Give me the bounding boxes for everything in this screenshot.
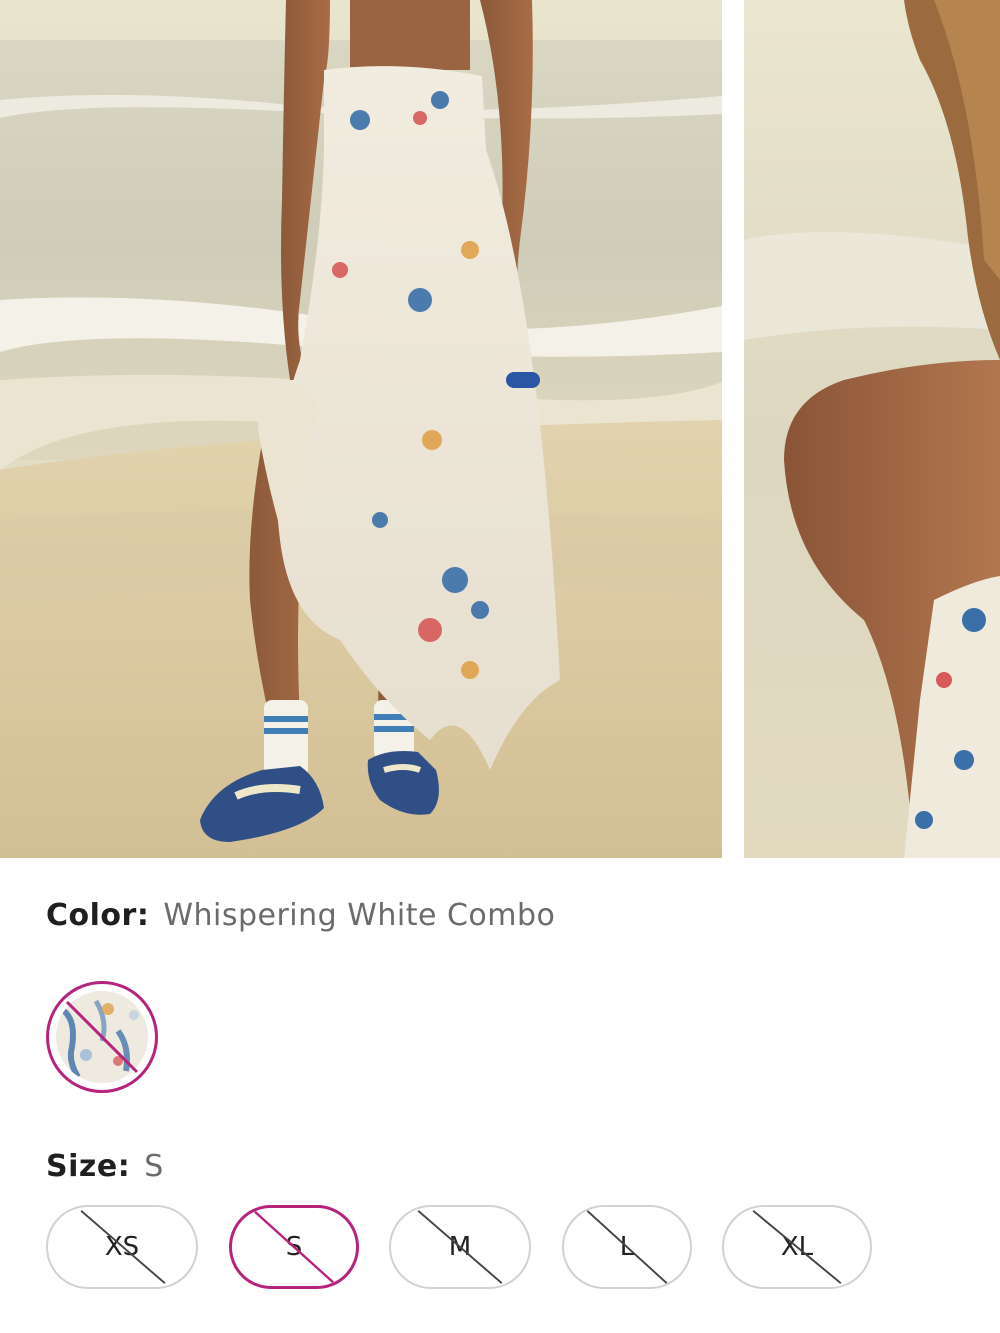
color-option-row: Color: Whispering White Combo — [46, 893, 555, 937]
size-option-l[interactable]: L — [562, 1205, 692, 1289]
size-option-s[interactable]: S — [229, 1205, 359, 1289]
size-selected-value: S — [144, 1148, 164, 1184]
unavailable-strike-icon — [586, 1210, 668, 1284]
size-selector: XS S M L XL — [0, 1205, 1000, 1289]
product-detail-page: Color: Whispering White Combo Size: S XS — [0, 0, 1000, 1333]
unavailable-strike-icon — [752, 1210, 842, 1284]
size-option-row: Size: S — [46, 1144, 164, 1188]
size-option-m[interactable]: M — [389, 1205, 531, 1289]
unavailable-strike-icon — [254, 1210, 334, 1284]
color-selected-value: Whispering White Combo — [163, 897, 556, 933]
unavailable-strike-icon — [65, 1000, 139, 1074]
color-label: Color: — [46, 897, 150, 933]
size-label: Size: — [46, 1148, 131, 1184]
product-image-next[interactable] — [744, 0, 1000, 858]
size-option-xs[interactable]: XS — [46, 1205, 198, 1289]
unavailable-strike-icon — [417, 1210, 503, 1284]
color-swatch-whispering-white-combo[interactable] — [46, 981, 158, 1093]
size-option-xl[interactable]: XL — [722, 1205, 872, 1289]
unavailable-strike-icon — [80, 1210, 166, 1284]
product-image-carousel[interactable] — [0, 0, 1000, 858]
product-photo-closeup — [744, 0, 1000, 858]
product-image-main[interactable] — [0, 0, 722, 858]
product-photo-beach — [0, 0, 722, 858]
